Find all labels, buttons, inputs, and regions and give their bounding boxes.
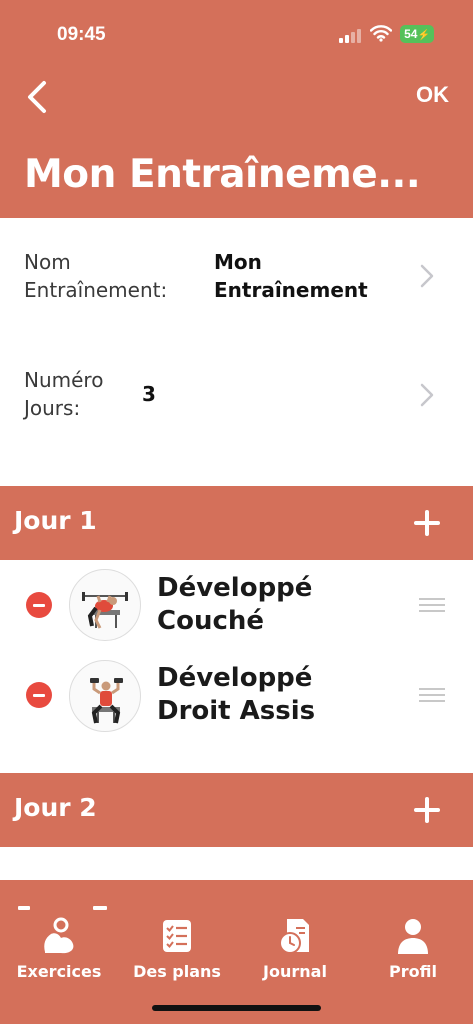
day-1-header: Jour 1 <box>0 486 473 560</box>
home-indicator <box>152 1005 321 1011</box>
tab-journal-label: Journal <box>263 962 327 981</box>
journal-clock-icon <box>279 919 309 954</box>
tab-journal[interactable]: Journal <box>236 880 354 990</box>
battery-level: 54 <box>404 27 418 41</box>
day-2-header: Jour 2 <box>0 773 473 847</box>
list-item[interactable]: Développé Couché <box>0 560 473 650</box>
day-count-label: Numéro Jours: <box>24 368 104 420</box>
workout-name-row[interactable]: Nom Entraînement: Mon Entraînement <box>0 218 473 336</box>
wifi-icon <box>370 25 392 42</box>
day-1-label: Jour 1 <box>14 506 97 535</box>
page-title: Mon Entraîneme... <box>24 152 421 197</box>
add-exercise-day-1-button[interactable] <box>414 510 440 536</box>
tab-bar: Exercices Des plans Journal Profil <box>0 880 473 1024</box>
back-button[interactable] <box>22 80 52 114</box>
cellular-signal-icon <box>339 27 363 43</box>
tab-profile[interactable]: Profil <box>354 880 472 990</box>
day-count-value: 3 <box>142 382 156 406</box>
muscle-icon <box>44 917 74 954</box>
day-2-label: Jour 2 <box>14 793 97 822</box>
workout-name-value: Mon Entraînement <box>214 250 368 302</box>
tab-profile-label: Profil <box>389 962 437 981</box>
tab-exercises[interactable]: Exercices <box>0 880 118 990</box>
remove-exercise-button[interactable] <box>26 682 52 708</box>
drag-handle-icon[interactable] <box>419 688 445 702</box>
status-time: 09:45 <box>57 24 106 45</box>
person-icon <box>398 919 428 954</box>
add-exercise-day-2-button[interactable] <box>414 797 440 823</box>
battery-indicator: 54⚡ <box>400 25 434 43</box>
chevron-right-icon <box>420 264 434 288</box>
list-item[interactable]: Développé Droit Assis <box>0 652 473 742</box>
exercise-name: Développé Couché <box>157 573 313 636</box>
remove-exercise-button[interactable] <box>26 592 52 618</box>
tab-plans[interactable]: Des plans <box>118 880 236 990</box>
chevron-right-icon <box>420 383 434 407</box>
tab-exercises-label: Exercices <box>16 962 102 981</box>
header: 09:45 54⚡ OK Mon Entraîneme... <box>0 0 473 218</box>
checklist-icon <box>163 920 191 952</box>
chevron-left-icon <box>28 81 46 113</box>
bench-press-thumbnail <box>69 569 141 641</box>
workout-name-label: Nom Entraînement: <box>24 250 168 302</box>
day-count-row[interactable]: Numéro Jours: 3 <box>0 336 473 486</box>
shoulder-press-thumbnail <box>69 660 141 732</box>
ok-button[interactable]: OK <box>416 82 449 108</box>
exercise-name: Développé Droit Assis <box>157 663 316 726</box>
drag-handle-icon[interactable] <box>419 598 445 612</box>
tab-plans-label: Des plans <box>133 962 221 981</box>
